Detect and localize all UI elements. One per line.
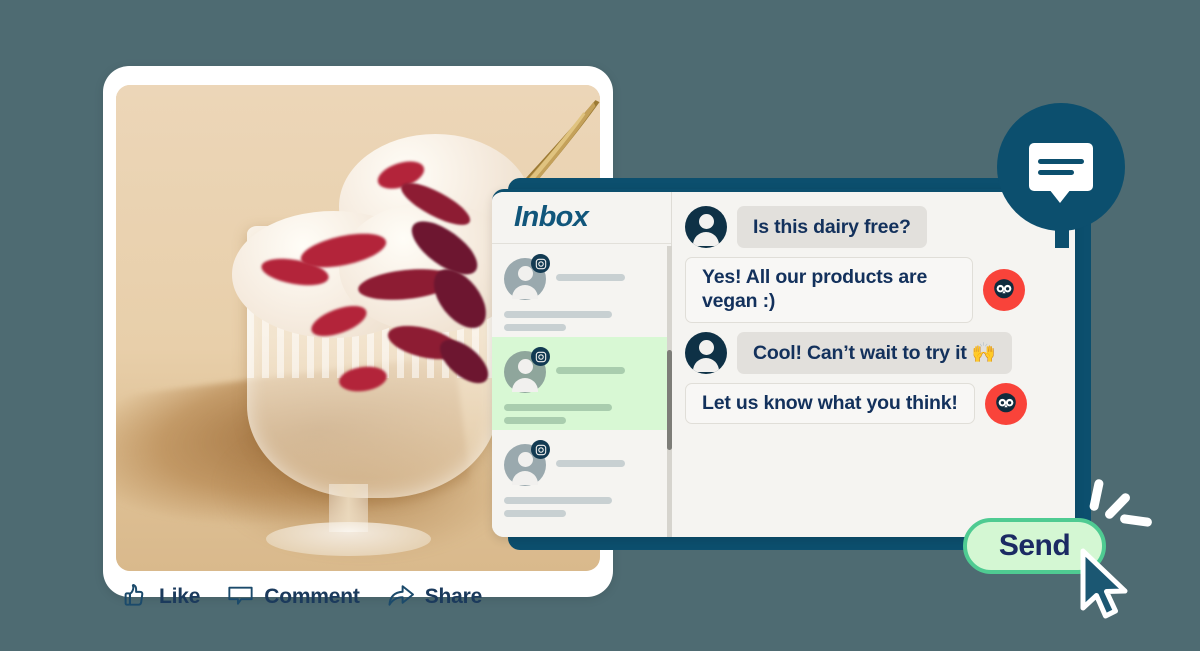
instagram-icon [531,347,550,366]
placeholder-bar [504,497,612,504]
avatar-head [698,339,714,355]
avatar-body [693,357,719,372]
conversation-preview-name [556,351,659,374]
message-bubble: Cool! Can’t wait to try it 🙌 [737,331,1012,374]
share-arrow-icon [386,581,416,614]
placeholder-bar [556,274,625,281]
message-bubble: Yes! All our products are vegan :) [685,257,973,323]
chat-message-outgoing: Let us know what you think! [685,382,1055,425]
bubble-line-2 [1038,170,1074,175]
conversation-list-item-selected[interactable] [492,337,671,430]
avatar-body [512,471,538,485]
conversation-preview-text [504,300,659,331]
conversation-list-item[interactable] [492,430,671,523]
placeholder-bar [504,324,566,331]
message-bubble: Is this dairy free? [737,206,927,248]
comment-bubble-icon [226,581,255,614]
placeholder-bar [504,417,566,424]
avatar-head [698,214,714,229]
page-title: Inbox [514,201,589,233]
click-burst-line [1119,513,1153,528]
send-button-label: Send [998,529,1071,562]
conversation-preview-text [504,486,659,517]
like-button[interactable]: Like [122,581,200,614]
chat-message-incoming: Is this dairy free? [685,206,1055,248]
share-button[interactable]: Share [386,581,482,614]
owl-glyph [994,278,1014,299]
thumbs-up-icon [122,581,150,614]
inbox-panel: Inbox Is this dairy free? Yes! All our p… [492,189,1075,537]
avatar [504,440,550,486]
chat-bubble-icon [1029,143,1093,203]
conversation-preview-text [504,393,659,424]
share-label: Share [424,585,483,608]
owl-glyph [995,392,1016,412]
inbox-header: Inbox [492,192,671,244]
mouse-pointer-icon [1078,548,1136,627]
comment-button[interactable]: Comment [226,581,360,614]
conversation-preview-name [556,444,659,467]
like-label: Like [159,585,201,608]
avatar-head [517,359,533,374]
hootsuite-owl-icon [984,382,1027,425]
placeholder-bar [556,460,625,467]
user-avatar [685,206,727,248]
avatar-head [517,266,533,281]
inbox-conversation-list: Inbox [492,192,672,537]
bubble-line-1 [1038,159,1084,164]
placeholder-bar [504,404,612,411]
chat-badge[interactable] [997,103,1125,231]
user-avatar [685,331,727,374]
avatar [504,254,550,300]
hootsuite-owl-icon [983,268,1025,311]
click-burst-line [1088,478,1105,512]
placeholder-bar [504,510,566,517]
avatar-body [693,232,719,246]
post-action-bar: Like Comment Share [103,577,613,617]
instagram-icon [531,254,550,273]
placeholder-bar [556,367,625,374]
message-bubble: Let us know what you think! [685,382,975,425]
avatar-head [517,452,533,467]
chat-message-incoming: Cool! Can’t wait to try it 🙌 [685,331,1055,374]
comment-label: Comment [264,585,360,608]
conversation-list-item[interactable] [492,244,671,337]
avatar-body [512,285,538,299]
chat-message-outgoing: Yes! All our products are vegan :) [685,257,1055,323]
conversation-preview-name [556,258,659,281]
avatar-body [512,378,538,392]
chat-thread: Is this dairy free? Yes! All our product… [672,192,1075,537]
instagram-icon [531,440,550,459]
placeholder-bar [504,311,612,318]
avatar [504,347,550,393]
